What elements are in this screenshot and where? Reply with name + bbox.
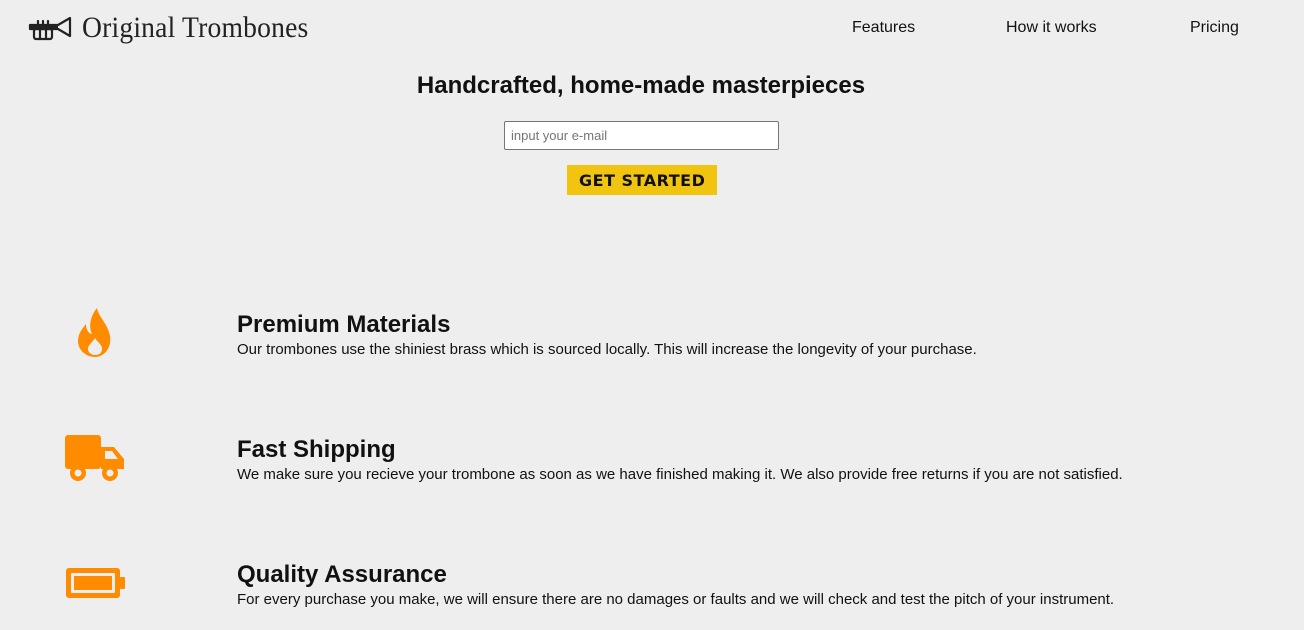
brand-logo[interactable]: Original Trombones bbox=[28, 8, 328, 48]
fire-icon bbox=[64, 306, 126, 358]
feature-title: Quality Assurance bbox=[237, 561, 447, 588]
site-header: Original Trombones Features How it works… bbox=[0, 0, 1304, 60]
feature-title: Premium Materials bbox=[237, 311, 451, 338]
email-input[interactable] bbox=[504, 121, 779, 150]
battery-icon bbox=[64, 562, 126, 614]
feature-description: We make sure you recieve your trombone a… bbox=[237, 466, 1123, 483]
nav-link-how-it-works[interactable]: How it works bbox=[1006, 19, 1097, 37]
feature-description: Our trombones use the shiniest brass whi… bbox=[237, 341, 977, 358]
feature-title: Fast Shipping bbox=[237, 436, 396, 463]
get-started-button[interactable]: GET STARTED bbox=[567, 165, 717, 195]
brand-name: Original Trombones bbox=[82, 11, 309, 44]
trombone-icon bbox=[28, 12, 74, 44]
truck-icon bbox=[64, 432, 126, 484]
feature-description: For every purchase you make, we will ens… bbox=[237, 591, 1115, 608]
nav-link-pricing[interactable]: Pricing bbox=[1190, 19, 1239, 37]
nav-link-features[interactable]: Features bbox=[852, 19, 915, 37]
hero-title: Handcrafted, home-made masterpieces bbox=[416, 72, 866, 99]
